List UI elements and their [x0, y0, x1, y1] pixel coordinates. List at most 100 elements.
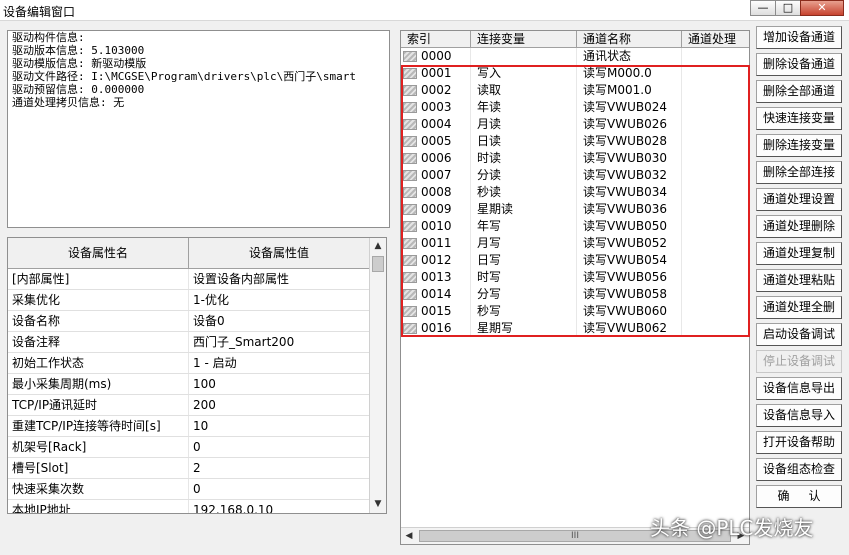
property-value[interactable]: 10: [189, 416, 370, 436]
channel-row[interactable]: 0006 时读 读写VWUB030: [401, 150, 749, 167]
channel-variable[interactable]: 年读: [471, 99, 577, 116]
channel-process[interactable]: [682, 99, 749, 116]
channel-process[interactable]: [682, 48, 749, 65]
close-button[interactable]: ✕: [800, 0, 844, 16]
channel-row[interactable]: 0015 秒写 读写VWUB060: [401, 303, 749, 320]
driver-info-panel[interactable]: 驱动构件信息: 驱动版本信息: 5.103000 驱动模版信息: 新驱动模版 驱动文件…: [7, 30, 390, 228]
scroll-up-arrow-icon[interactable]: ▲: [370, 238, 386, 255]
property-row[interactable]: [内部属性] 设置设备内部属性: [8, 269, 370, 290]
action-button-17[interactable]: 确 认: [756, 485, 842, 508]
property-row[interactable]: 槽号[Slot] 2: [8, 458, 370, 479]
action-button-7[interactable]: 通道处理删除: [756, 215, 842, 238]
device-property-table[interactable]: 设备属性名 设备属性值 [内部属性] 设置设备内部属性 采集优化 1-优化 设备名称 设备…: [7, 237, 387, 514]
channel-variable[interactable]: 秒读: [471, 184, 577, 201]
action-button-9[interactable]: 通道处理粘贴: [756, 269, 842, 292]
action-button-2[interactable]: 删除全部通道: [756, 80, 842, 103]
action-button-16[interactable]: 设备组态检查: [756, 458, 842, 481]
channel-process[interactable]: [682, 286, 749, 303]
property-vertical-scrollbar[interactable]: ▲ ▼: [369, 238, 386, 513]
property-row[interactable]: TCP/IP通讯延时 200: [8, 395, 370, 416]
property-row[interactable]: 最小采集周期(ms) 100: [8, 374, 370, 395]
channel-row[interactable]: 0002 读取 读写M001.0: [401, 82, 749, 99]
channel-variable[interactable]: 读取: [471, 82, 577, 99]
channel-variable[interactable]: 日读: [471, 133, 577, 150]
property-row[interactable]: 快速采集次数 0: [8, 479, 370, 500]
channel-process[interactable]: [682, 65, 749, 82]
property-value[interactable]: 192.168.0.10: [189, 500, 370, 513]
property-row[interactable]: 采集优化 1-优化: [8, 290, 370, 311]
channel-row[interactable]: 0001 写入 读写M000.0: [401, 65, 749, 82]
action-button-5[interactable]: 删除全部连接: [756, 161, 842, 184]
minimize-button[interactable]: —: [750, 0, 776, 16]
property-value[interactable]: 0: [189, 479, 370, 499]
channel-name-column-header[interactable]: 通道名称: [577, 31, 682, 48]
channel-variable[interactable]: 年写: [471, 218, 577, 235]
channel-process[interactable]: [682, 269, 749, 286]
scroll-left-arrow-icon[interactable]: ◀: [401, 528, 417, 544]
variable-column-header[interactable]: 连接变量: [471, 31, 577, 48]
channel-row[interactable]: 0010 年写 读写VWUB050: [401, 218, 749, 235]
channel-variable[interactable]: 月读: [471, 116, 577, 133]
action-button-3[interactable]: 快速连接变量: [756, 107, 842, 130]
property-value[interactable]: 设置设备内部属性: [189, 269, 370, 289]
channel-process-column-header[interactable]: 通道处理: [682, 31, 749, 48]
property-value[interactable]: 0: [189, 437, 370, 457]
channel-process[interactable]: [682, 320, 749, 337]
property-value[interactable]: 1-优化: [189, 290, 370, 310]
action-button-0[interactable]: 增加设备通道: [756, 26, 842, 49]
action-button-14[interactable]: 设备信息导入: [756, 404, 842, 427]
channel-process[interactable]: [682, 218, 749, 235]
channel-row[interactable]: 0012 日写 读写VWUB054: [401, 252, 749, 269]
channel-row[interactable]: 0011 月写 读写VWUB052: [401, 235, 749, 252]
property-row[interactable]: 重建TCP/IP连接等待时间[s] 10: [8, 416, 370, 437]
scroll-thumb[interactable]: [372, 256, 384, 272]
action-button-11[interactable]: 启动设备调试: [756, 323, 842, 346]
property-row[interactable]: 初始工作状态 1 - 启动: [8, 353, 370, 374]
property-row[interactable]: 设备名称 设备0: [8, 311, 370, 332]
scroll-down-arrow-icon[interactable]: ▼: [370, 496, 386, 513]
action-button-10[interactable]: 通道处理全删: [756, 296, 842, 319]
channel-row[interactable]: 0013 时写 读写VWUB056: [401, 269, 749, 286]
channel-process[interactable]: [682, 201, 749, 218]
property-value[interactable]: 100: [189, 374, 370, 394]
action-button-1[interactable]: 删除设备通道: [756, 53, 842, 76]
property-value[interactable]: 1 - 启动: [189, 353, 370, 373]
channel-process[interactable]: [682, 184, 749, 201]
property-row[interactable]: 设备注释 西门子_Smart200: [8, 332, 370, 353]
property-value[interactable]: 设备0: [189, 311, 370, 331]
channel-list[interactable]: 索引 连接变量 通道名称 通道处理 0000 通讯状态 0001 写入 读写M000.0…: [400, 30, 750, 545]
action-button-13[interactable]: 设备信息导出: [756, 377, 842, 400]
property-value[interactable]: 2: [189, 458, 370, 478]
channel-process[interactable]: [682, 235, 749, 252]
property-row[interactable]: 本地IP地址 192.168.0.10: [8, 500, 370, 513]
action-button-6[interactable]: 通道处理设置: [756, 188, 842, 211]
channel-process[interactable]: [682, 82, 749, 99]
action-button-4[interactable]: 删除连接变量: [756, 134, 842, 157]
maximize-button[interactable]: □: [775, 0, 801, 16]
channel-process[interactable]: [682, 133, 749, 150]
channel-variable[interactable]: 时写: [471, 269, 577, 286]
channel-process[interactable]: [682, 303, 749, 320]
channel-process[interactable]: [682, 167, 749, 184]
property-value[interactable]: 200: [189, 395, 370, 415]
channel-row[interactable]: 0007 分读 读写VWUB032: [401, 167, 749, 184]
channel-row[interactable]: 0014 分写 读写VWUB058: [401, 286, 749, 303]
index-column-header[interactable]: 索引: [401, 31, 471, 48]
channel-row[interactable]: 0009 星期读 读写VWUB036: [401, 201, 749, 218]
channel-process[interactable]: [682, 150, 749, 167]
channel-variable[interactable]: [471, 48, 577, 65]
channel-row[interactable]: 0016 星期写 读写VWUB062: [401, 320, 749, 337]
channel-variable[interactable]: 日写: [471, 252, 577, 269]
action-button-15[interactable]: 打开设备帮助: [756, 431, 842, 454]
channel-row[interactable]: 0008 秒读 读写VWUB034: [401, 184, 749, 201]
channel-variable[interactable]: 秒写: [471, 303, 577, 320]
channel-row[interactable]: 0000 通讯状态: [401, 48, 749, 65]
channel-process[interactable]: [682, 252, 749, 269]
channel-process[interactable]: [682, 116, 749, 133]
channel-variable[interactable]: 时读: [471, 150, 577, 167]
channel-row[interactable]: 0005 日读 读写VWUB028: [401, 133, 749, 150]
channel-variable[interactable]: 星期写: [471, 320, 577, 337]
channel-variable[interactable]: 分写: [471, 286, 577, 303]
channel-variable[interactable]: 写入: [471, 65, 577, 82]
channel-row[interactable]: 0004 月读 读写VWUB026: [401, 116, 749, 133]
